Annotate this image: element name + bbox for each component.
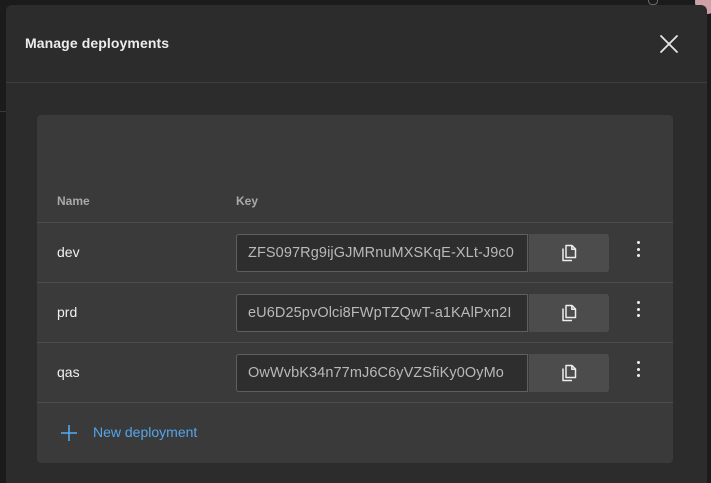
- more-vertical-icon: [637, 361, 641, 365]
- deployment-name: prd: [57, 304, 78, 320]
- deployment-name: dev: [57, 244, 80, 260]
- copy-key-button[interactable]: [529, 294, 609, 332]
- copy-icon: [562, 364, 577, 382]
- more-vertical-icon: [637, 301, 641, 305]
- new-deployment-label: New deployment: [93, 424, 198, 440]
- table-row: dev: [37, 222, 673, 283]
- dialog-header: Manage deployments: [6, 5, 707, 83]
- copy-key-button[interactable]: [529, 234, 609, 272]
- table-row: prd: [37, 282, 673, 343]
- deployment-name: qas: [57, 364, 80, 380]
- column-header-key: Key: [236, 194, 259, 208]
- row-more-button[interactable]: [629, 238, 649, 268]
- table-row: qas: [37, 342, 673, 403]
- deployment-key-field[interactable]: [236, 354, 528, 392]
- copy-icon: [562, 244, 577, 262]
- more-vertical-icon: [637, 314, 641, 318]
- more-vertical-icon: [637, 241, 641, 245]
- more-vertical-icon: [637, 254, 641, 258]
- more-vertical-icon: [637, 247, 641, 251]
- more-vertical-icon: [637, 367, 641, 371]
- close-icon: [660, 35, 678, 53]
- copy-key-button[interactable]: [529, 354, 609, 392]
- deployments-table: Name Key dev prd: [37, 115, 673, 463]
- column-header-name: Name: [57, 194, 90, 208]
- copy-icon: [562, 304, 577, 322]
- plus-icon: [61, 425, 77, 441]
- more-vertical-icon: [637, 374, 641, 378]
- row-more-button[interactable]: [629, 298, 649, 328]
- more-vertical-icon: [637, 307, 641, 311]
- dialog-title: Manage deployments: [25, 35, 170, 51]
- row-more-button[interactable]: [629, 358, 649, 388]
- close-button[interactable]: [656, 31, 682, 57]
- manage-deployments-dialog: Manage deployments Name Key dev ZFS097Rg…: [6, 5, 707, 483]
- deployment-key-field[interactable]: [236, 234, 528, 272]
- deployment-key-field[interactable]: [236, 294, 528, 332]
